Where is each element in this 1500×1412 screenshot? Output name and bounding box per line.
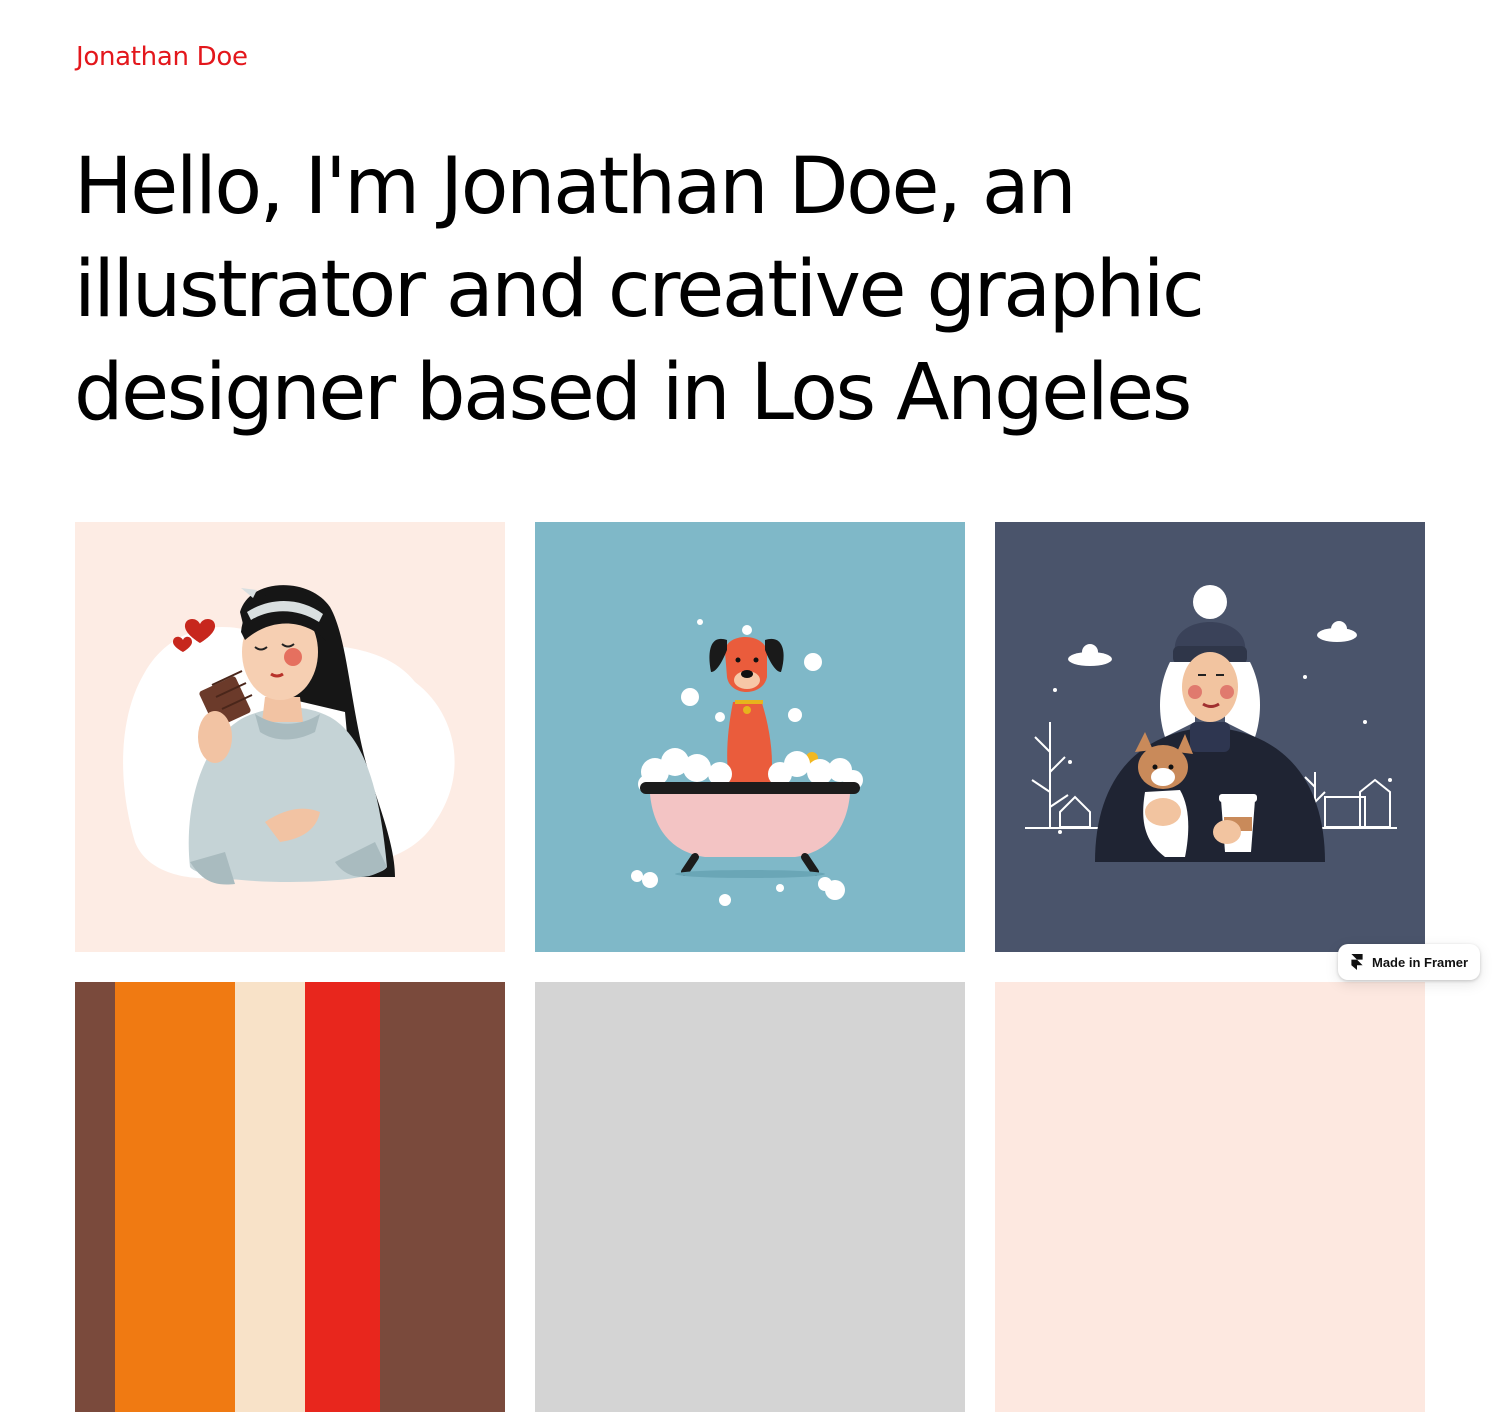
hero-line: Hello, I'm Jonathan Doe, an bbox=[74, 142, 1077, 232]
grey-illustration bbox=[535, 982, 965, 1412]
dog-bathtub-illustration bbox=[535, 522, 965, 952]
abstract-illustration bbox=[75, 982, 505, 1412]
brand-name[interactable]: Jonathan Doe bbox=[76, 42, 248, 72]
peach-illustration bbox=[995, 982, 1425, 1412]
woman-chocolate-illustration bbox=[75, 522, 505, 952]
woman-dog-coffee-illustration bbox=[995, 522, 1425, 952]
gallery-item-grey[interactable] bbox=[535, 982, 965, 1412]
hero-line: illustrator and creative graphic bbox=[74, 245, 1205, 335]
hero-line: designer based in Los Angeles bbox=[74, 348, 1192, 438]
gallery-item-woman-dog-coffee[interactable] bbox=[995, 522, 1425, 952]
gallery-item-abstract[interactable] bbox=[75, 982, 505, 1412]
made-in-framer-label: Made in Framer bbox=[1372, 954, 1469, 970]
gallery-item-peach[interactable] bbox=[995, 982, 1425, 1412]
gallery-item-dog-bathtub[interactable] bbox=[535, 522, 965, 952]
hero-heading: Hello, I'm Jonathan Doe, an illustrator … bbox=[74, 136, 1374, 445]
made-in-framer-badge[interactable]: Made in Framer bbox=[1338, 944, 1480, 980]
gallery-item-woman-chocolate[interactable] bbox=[75, 522, 505, 952]
framer-logo-icon bbox=[1351, 954, 1363, 970]
